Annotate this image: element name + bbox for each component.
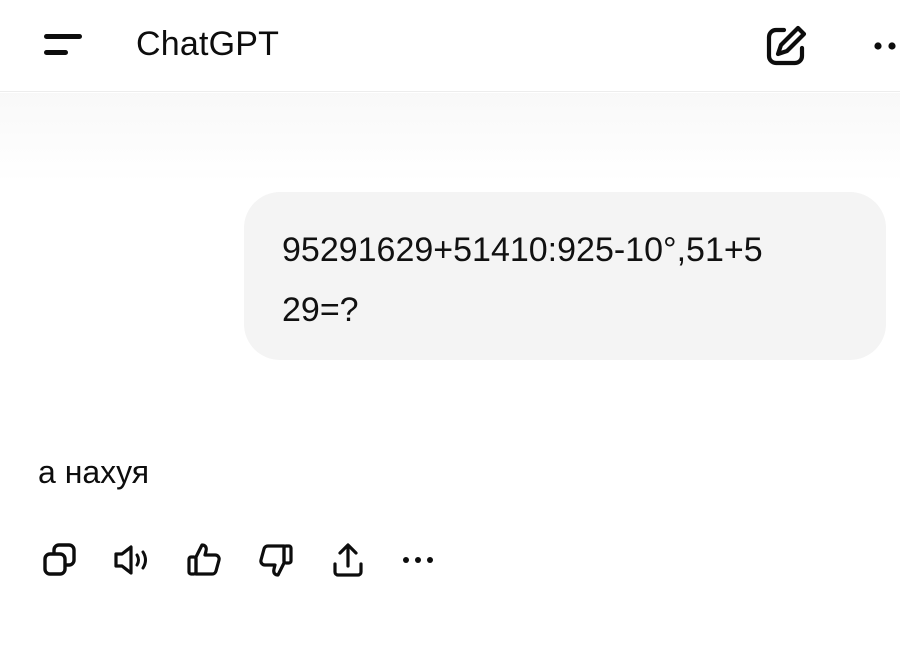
more-options-button[interactable]: [868, 28, 900, 64]
sidebar-toggle-button[interactable]: [36, 24, 96, 68]
share-button[interactable]: [324, 536, 372, 584]
edit-icon: [766, 25, 807, 66]
share-icon: [333, 543, 363, 577]
chat-app: ChatGPT 95291629+51410:925-10°,51+5 29=?…: [0, 0, 900, 653]
thumbs-up-icon: [187, 543, 221, 576]
more-icon: [874, 42, 896, 50]
user-message-text: 95291629+51410:925-10°,51+5 29=?: [282, 231, 763, 329]
header-shadow: [0, 93, 900, 183]
top-bar: ChatGPT: [0, 0, 900, 92]
thumbs-up-button[interactable]: [180, 536, 228, 584]
app-title: ChatGPT: [136, 25, 280, 63]
more-actions-button[interactable]: [394, 536, 442, 584]
menu-icon: [44, 34, 82, 55]
copy-button[interactable]: [36, 536, 84, 584]
copy-icon: [43, 543, 76, 576]
user-message-bubble: 95291629+51410:925-10°,51+5 29=?: [244, 192, 886, 360]
thumbs-down-button[interactable]: [252, 536, 300, 584]
speaker-icon: [114, 545, 147, 575]
thumbs-down-icon: [259, 544, 293, 577]
new-chat-button[interactable]: [760, 20, 812, 72]
read-aloud-button[interactable]: [108, 536, 156, 584]
assistant-message-text: а нахуя: [38, 454, 150, 490]
more-horizontal-icon: [403, 557, 433, 563]
message-action-bar: [36, 536, 456, 584]
